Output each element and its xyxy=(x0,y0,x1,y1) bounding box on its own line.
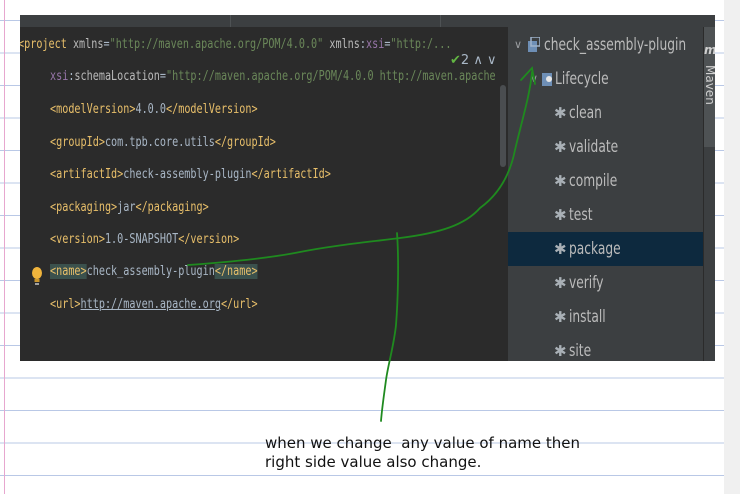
tree-item-validate[interactable]: ✱ validate xyxy=(508,130,703,164)
lightbulb-icon[interactable] xyxy=(30,265,44,287)
tree-item-site[interactable]: ✱ site xyxy=(508,334,703,361)
code-line-name[interactable]: <name>check_assembly-plugin</name> xyxy=(50,259,258,285)
phase-label: package xyxy=(569,239,621,259)
element-value: check-assembly-plugin xyxy=(123,167,252,182)
code-line-project[interactable]: <project xmlns="http://maven.apache.org/… xyxy=(20,32,451,58)
gear-icon: ✱ xyxy=(554,172,567,190)
close-tag: </url> xyxy=(220,297,258,312)
annotation-note: when we change any value of name then ri… xyxy=(265,434,705,472)
close-tag: </groupId> xyxy=(214,135,276,150)
open-tag: <packaging> xyxy=(50,200,118,215)
attribute-local-name: xsi xyxy=(366,37,385,52)
gear-icon: ✱ xyxy=(554,308,567,326)
phase-label: compile xyxy=(569,171,618,191)
element-value: 1.0-SNAPSHOT xyxy=(104,232,179,247)
paper-edge xyxy=(724,0,740,494)
close-tag: </version> xyxy=(178,232,240,247)
code-line-version[interactable]: <version>1.0-SNAPSHOT</version> xyxy=(50,227,239,253)
lifecycle-icon xyxy=(542,73,552,86)
ide-screenshot: <project xmlns="http://maven.apache.org/… xyxy=(20,15,715,361)
tab-separator xyxy=(230,15,231,27)
maven-icon: m xyxy=(704,43,715,57)
attribute-name: xmlns xyxy=(72,37,104,52)
code-line-url[interactable]: <url>http://maven.apache.org</url> xyxy=(50,292,258,318)
gear-icon: ✱ xyxy=(554,104,567,122)
tree-item-package[interactable]: ✱ package xyxy=(508,232,703,266)
close-tag: </artifactId> xyxy=(251,167,331,182)
phase-label: install xyxy=(569,307,606,327)
attribute-value: "http:/... xyxy=(390,37,452,52)
code-editor[interactable]: <project xmlns="http://maven.apache.org/… xyxy=(20,27,507,361)
note-line: right side value also change. xyxy=(265,453,482,471)
tool-window-strip: m Maven xyxy=(703,27,715,361)
code-line-group-id[interactable]: <groupId>com.tpb.core.utils</groupId> xyxy=(50,130,276,156)
close-tag: </modelVersion> xyxy=(166,102,258,117)
open-tag: <artifactId> xyxy=(50,167,124,182)
previous-highlight-icon[interactable]: ∧ xyxy=(473,53,483,68)
phase-label: test xyxy=(569,205,593,225)
open-tag: <modelVersion> xyxy=(50,102,136,117)
attribute-value: "http://maven.apache.org/POM/4.0.0 http:… xyxy=(166,69,496,84)
element-value: com.tpb.core.utils xyxy=(104,135,215,150)
tree-item-clean[interactable]: ✱ clean xyxy=(508,96,703,130)
lifecycle-label: Lifecycle xyxy=(555,69,609,89)
tree-item-install[interactable]: ✱ install xyxy=(508,300,703,334)
maven-module-icon xyxy=(528,37,540,52)
editor-scrollbar[interactable] xyxy=(500,85,506,167)
attribute-namespace: xsi xyxy=(50,69,69,84)
inspection-widget[interactable]: ✔2 ∧ ∨ xyxy=(450,51,497,71)
open-tag: <url> xyxy=(50,297,81,312)
name-value: check_assembly-plugin xyxy=(86,264,215,279)
tree-item-project[interactable]: ∨ check_assembly-plugin xyxy=(508,28,703,62)
gear-icon: ✱ xyxy=(554,138,567,156)
tree-item-lifecycle[interactable]: ∨ Lifecycle xyxy=(508,62,703,96)
code-line-packaging[interactable]: <packaging>jar</packaging> xyxy=(50,195,209,221)
maven-tool-window: ∨ check_assembly-plugin ∨ Lifecycle ✱ cl… xyxy=(508,27,703,361)
tree-item-compile[interactable]: ✱ compile xyxy=(508,164,703,198)
tab-separator xyxy=(440,15,441,27)
code-line-schema-location[interactable]: xsi:schemaLocation="http://maven.apache.… xyxy=(50,64,496,90)
tag-name: project xyxy=(24,37,67,52)
open-tag: <version> xyxy=(50,232,105,247)
open-tag-highlighted: <name> xyxy=(50,264,87,279)
project-label: check_assembly-plugin xyxy=(544,35,687,55)
note-line: when we change any value of name then xyxy=(265,434,581,452)
close-tag: </packaging> xyxy=(135,200,209,215)
open-tag: <groupId> xyxy=(50,135,105,150)
editor-tab-strip xyxy=(20,15,715,27)
gear-icon: ✱ xyxy=(554,342,567,360)
phase-label: validate xyxy=(569,137,619,157)
attribute-namespace: xmlns xyxy=(329,37,360,52)
inspection-count: 2 xyxy=(460,53,470,68)
chevron-down-icon[interactable]: ∨ xyxy=(530,62,538,96)
phase-label: site xyxy=(569,341,592,361)
check-icon: ✔ xyxy=(450,53,461,68)
next-highlight-icon[interactable]: ∨ xyxy=(487,53,497,68)
attribute-name: schemaLocation xyxy=(74,69,160,84)
close-tag-highlighted: </name> xyxy=(214,264,258,279)
element-value: 4.0.0 xyxy=(135,102,167,117)
phase-label: clean xyxy=(569,103,602,123)
chevron-down-icon[interactable]: ∨ xyxy=(514,28,522,62)
code-line-model-version[interactable]: <modelVersion>4.0.0</modelVersion> xyxy=(50,97,258,123)
attribute-value: "http://maven.apache.org/POM/4.0.0" xyxy=(109,37,324,52)
gear-icon: ✱ xyxy=(554,240,567,258)
element-value: jar xyxy=(117,200,136,215)
paper-margin-line xyxy=(4,0,5,494)
tree-item-verify[interactable]: ✱ verify xyxy=(508,266,703,300)
gear-icon: ✱ xyxy=(554,206,567,224)
maven-tab-label: Maven xyxy=(703,65,715,105)
tree-item-test[interactable]: ✱ test xyxy=(508,198,703,232)
code-line-artifact-id[interactable]: <artifactId>check-assembly-plugin</artif… xyxy=(50,162,331,188)
url-link[interactable]: http://maven.apache.org xyxy=(81,297,221,312)
phase-label: verify xyxy=(569,273,604,293)
gear-icon: ✱ xyxy=(554,274,567,292)
maven-tool-tab[interactable]: m Maven xyxy=(703,27,715,147)
